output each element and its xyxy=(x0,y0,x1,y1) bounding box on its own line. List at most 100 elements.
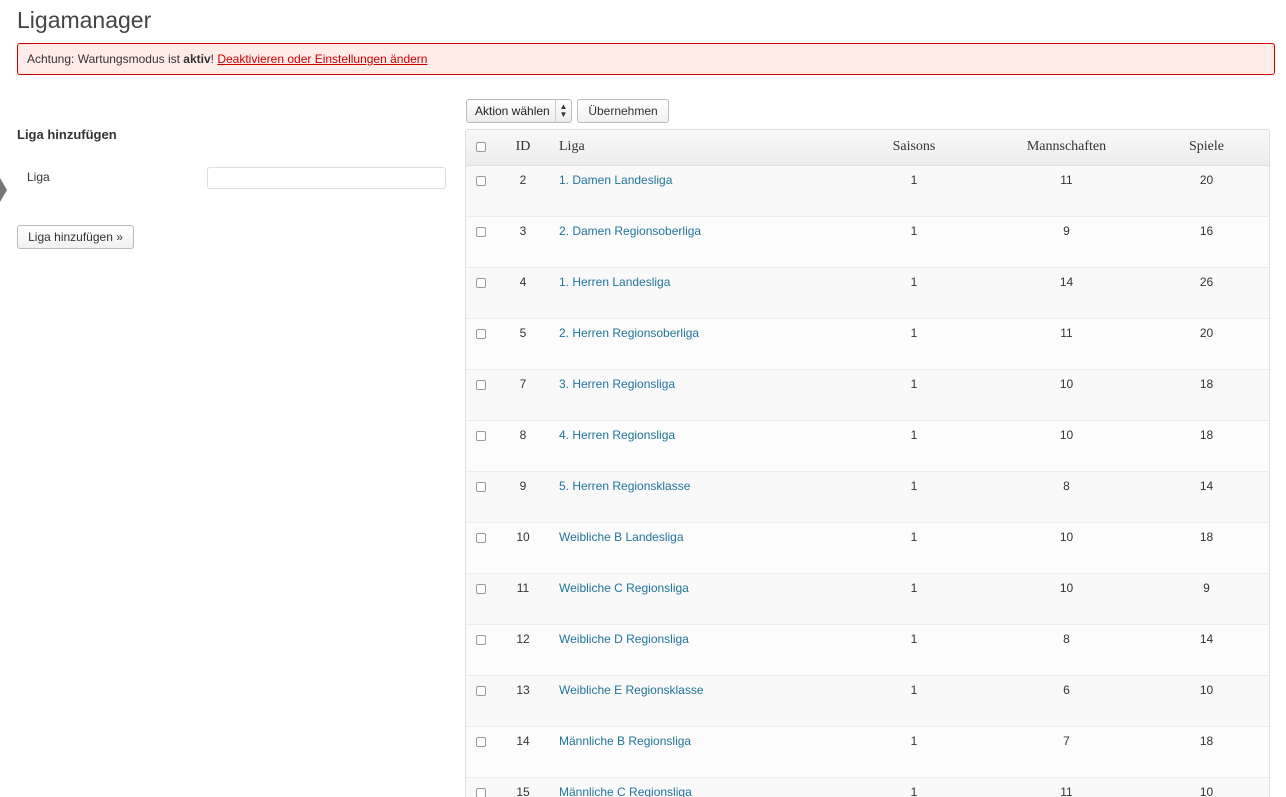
table-row: 14 Männliche B Regionsliga 1 7 18 xyxy=(466,725,1269,777)
row-mannschaften: 10 xyxy=(989,572,1144,624)
row-id: 9 xyxy=(496,470,550,522)
notice-settings-link[interactable]: Deaktivieren oder Einstellungen ändern xyxy=(217,52,427,66)
column-header-liga[interactable]: Liga xyxy=(550,130,839,166)
table-body: 2 1. Damen Landesliga 1 11 20 3 2. Damen Regio… xyxy=(466,164,1269,797)
row-id: 15 xyxy=(496,776,550,797)
row-checkbox[interactable] xyxy=(476,226,486,237)
row-liga-cell: 5. Herren Regionsklasse xyxy=(550,470,839,522)
row-checkbox-cell xyxy=(466,674,496,726)
select-all-checkbox[interactable] xyxy=(476,142,486,153)
table-row: 3 2. Damen Regionsoberliga 1 9 16 xyxy=(466,215,1269,267)
row-saisons: 1 xyxy=(839,368,989,420)
row-id: 3 xyxy=(496,215,550,267)
row-checkbox[interactable] xyxy=(476,787,486,797)
row-checkbox[interactable] xyxy=(476,532,486,543)
select-arrows-icon: ▲ ▼ xyxy=(555,100,571,122)
row-checkbox-cell xyxy=(466,317,496,369)
row-liga-cell: Weibliche D Regionsliga xyxy=(550,623,839,675)
liga-link[interactable]: 3. Herren Regionsliga xyxy=(559,377,675,391)
row-checkbox[interactable] xyxy=(476,634,486,645)
row-spiele: 16 xyxy=(1144,215,1269,267)
row-checkbox[interactable] xyxy=(476,175,486,186)
row-spiele: 20 xyxy=(1144,164,1269,216)
page-title: Ligamanager xyxy=(17,7,152,33)
table-row: 5 2. Herren Regionsoberliga 1 11 20 xyxy=(466,317,1269,369)
row-mannschaften: 11 xyxy=(989,776,1144,797)
row-spiele: 18 xyxy=(1144,725,1269,777)
row-checkbox-cell xyxy=(466,266,496,318)
row-saisons: 1 xyxy=(839,419,989,471)
row-id: 10 xyxy=(496,521,550,573)
table-row: 8 4. Herren Regionsliga 1 10 18 xyxy=(466,419,1269,471)
liga-name-input[interactable] xyxy=(207,167,446,189)
column-header-saisons[interactable]: Saisons xyxy=(839,130,989,166)
bulk-action-select[interactable]: Aktion wählen ▲ ▼ xyxy=(466,99,572,123)
liga-link[interactable]: 1. Damen Landesliga xyxy=(559,173,672,187)
row-id: 13 xyxy=(496,674,550,726)
collapse-arrow-icon[interactable] xyxy=(0,178,7,202)
row-spiele: 18 xyxy=(1144,521,1269,573)
row-mannschaften: 10 xyxy=(989,521,1144,573)
row-id: 4 xyxy=(496,266,550,318)
liga-link[interactable]: 2. Herren Regionsoberliga xyxy=(559,326,699,340)
row-id: 5 xyxy=(496,317,550,369)
bulk-action-value: Aktion wählen xyxy=(475,104,550,118)
row-spiele: 18 xyxy=(1144,368,1269,420)
liga-link[interactable]: Weibliche D Regionsliga xyxy=(559,632,689,646)
apply-bulk-button[interactable]: Übernehmen xyxy=(577,99,669,123)
row-mannschaften: 11 xyxy=(989,164,1144,216)
row-checkbox-cell xyxy=(466,368,496,420)
row-spiele: 20 xyxy=(1144,317,1269,369)
liga-link[interactable]: Weibliche C Regionsliga xyxy=(559,581,689,595)
row-checkbox-cell xyxy=(466,623,496,675)
liga-link[interactable]: 5. Herren Regionsklasse xyxy=(559,479,690,493)
row-checkbox[interactable] xyxy=(476,583,486,594)
liga-link[interactable]: 2. Damen Regionsoberliga xyxy=(559,224,701,238)
liga-field-label: Liga xyxy=(27,170,50,184)
table-row: 11 Weibliche C Regionsliga 1 10 9 xyxy=(466,572,1269,624)
maintenance-notice: Achtung: Wartungsmodus ist aktiv! Deakti… xyxy=(17,43,1275,75)
column-header-mannschaften[interactable]: Mannschaften xyxy=(989,130,1144,166)
liga-link[interactable]: Männliche B Regionsliga xyxy=(559,734,691,748)
add-liga-button[interactable]: Liga hinzufügen » xyxy=(17,225,134,249)
row-saisons: 1 xyxy=(839,266,989,318)
column-header-spiele[interactable]: Spiele xyxy=(1144,130,1269,166)
row-mannschaften: 10 xyxy=(989,419,1144,471)
row-saisons: 1 xyxy=(839,317,989,369)
row-liga-cell: 2. Herren Regionsoberliga xyxy=(550,317,839,369)
row-liga-cell: Männliche B Regionsliga xyxy=(550,725,839,777)
row-checkbox[interactable] xyxy=(476,328,486,339)
row-checkbox-cell xyxy=(466,215,496,267)
row-checkbox[interactable] xyxy=(476,685,486,696)
column-header-id[interactable]: ID xyxy=(496,130,550,166)
select-all-cell xyxy=(466,130,496,166)
row-mannschaften: 14 xyxy=(989,266,1144,318)
row-liga-cell: Weibliche C Regionsliga xyxy=(550,572,839,624)
row-spiele: 10 xyxy=(1144,776,1269,797)
row-liga-cell: 1. Herren Landesliga xyxy=(550,266,839,318)
row-liga-cell: 1. Damen Landesliga xyxy=(550,164,839,216)
row-mannschaften: 8 xyxy=(989,470,1144,522)
row-saisons: 1 xyxy=(839,215,989,267)
liga-link[interactable]: Weibliche B Landesliga xyxy=(559,530,684,544)
row-checkbox[interactable] xyxy=(476,277,486,288)
row-checkbox[interactable] xyxy=(476,379,486,390)
row-checkbox[interactable] xyxy=(476,736,486,747)
liga-link[interactable]: Weibliche E Regionsklasse xyxy=(559,683,704,697)
row-saisons: 1 xyxy=(839,725,989,777)
table-row: 2 1. Damen Landesliga 1 11 20 xyxy=(466,164,1269,216)
row-checkbox-cell xyxy=(466,521,496,573)
row-liga-cell: Weibliche B Landesliga xyxy=(550,521,839,573)
row-id: 7 xyxy=(496,368,550,420)
row-liga-cell: Weibliche E Regionsklasse xyxy=(550,674,839,726)
row-checkbox[interactable] xyxy=(476,430,486,441)
row-id: 11 xyxy=(496,572,550,624)
row-saisons: 1 xyxy=(839,521,989,573)
table-row: 15 Männliche C Regionsliga 1 11 10 xyxy=(466,776,1269,797)
liga-link[interactable]: 4. Herren Regionsliga xyxy=(559,428,675,442)
row-mannschaften: 11 xyxy=(989,317,1144,369)
liga-link[interactable]: 1. Herren Landesliga xyxy=(559,275,670,289)
liga-link[interactable]: Männliche C Regionsliga xyxy=(559,785,692,797)
row-mannschaften: 9 xyxy=(989,215,1144,267)
row-checkbox[interactable] xyxy=(476,481,486,492)
